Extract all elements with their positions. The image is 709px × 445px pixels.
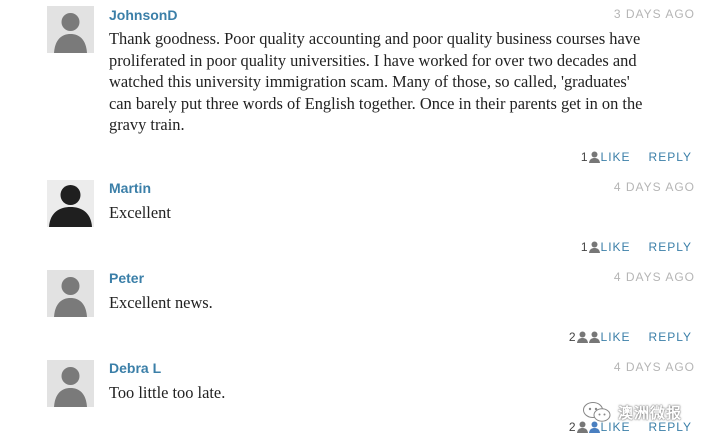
reply-button[interactable]: REPLY: [649, 150, 692, 164]
watermark: 澳洲微报: [582, 401, 682, 423]
like-count: 2: [568, 420, 576, 434]
comment-author[interactable]: JohnsonD: [109, 7, 177, 23]
person-silhouette-icon: [54, 13, 87, 53]
avatar[interactable]: [47, 6, 94, 53]
comment-author[interactable]: Martin: [109, 180, 151, 196]
comment-line: Excellent: [109, 203, 171, 222]
comment-timestamp[interactable]: 4 DAYS AGO: [614, 180, 695, 194]
comment-actions: 1 LIKE REPLY: [581, 239, 692, 255]
comment-actions: 1 LIKE REPLY: [581, 149, 692, 165]
watermark-text: 澳洲微报: [618, 404, 683, 422]
comment-body: Excellent: [109, 202, 699, 224]
comment: Martin 4 DAYS AGO Excellent 1 LIKE REPLY: [0, 170, 709, 260]
person-silhouette-icon: [49, 185, 92, 227]
comment-author[interactable]: Peter: [109, 270, 144, 286]
comment: Debra L 4 DAYS AGO Too little too late. …: [0, 350, 709, 445]
person-silhouette-icon: [54, 277, 87, 317]
person-icon: [588, 151, 600, 163]
comment-timestamp[interactable]: 4 DAYS AGO: [614, 360, 695, 374]
avatar[interactable]: [47, 180, 94, 227]
person-icon: [588, 241, 600, 253]
like-count: 2: [568, 330, 576, 344]
like-button[interactable]: LIKE: [601, 240, 631, 254]
comment-body: Excellent news.: [109, 292, 699, 314]
comment-actions: 2 LIKE REPLY: [569, 329, 692, 345]
person-icon: [588, 331, 600, 343]
reply-button[interactable]: REPLY: [649, 240, 692, 254]
comment-line: Thank goodness. Poor quality accounting …: [109, 29, 641, 48]
comment: Peter 4 DAYS AGO Excellent news. 2 LIKE …: [0, 260, 709, 350]
avatar[interactable]: [47, 270, 94, 317]
like-button[interactable]: LIKE: [601, 330, 631, 344]
like-button[interactable]: LIKE: [601, 150, 631, 164]
like-count: 1: [580, 150, 588, 164]
comment-line: Excellent news.: [109, 293, 213, 312]
comment-line: watched this university immigration scam…: [109, 72, 630, 92]
comment-line: proliferated in poor quality universitie…: [109, 50, 637, 70]
comment-line: can barely put three words of English to…: [109, 93, 643, 113]
comment-timestamp[interactable]: 3 DAYS AGO: [614, 7, 695, 21]
avatar[interactable]: [47, 360, 94, 407]
comment-author[interactable]: Debra L: [109, 360, 161, 376]
comment: JohnsonD 3 DAYS AGO Thank goodness. Poor…: [0, 0, 709, 170]
comment-body: Thank goodness. Poor quality accounting …: [109, 28, 699, 136]
comment-timestamp[interactable]: 4 DAYS AGO: [614, 270, 695, 284]
reply-button[interactable]: REPLY: [649, 330, 692, 344]
person-silhouette-icon: [54, 367, 87, 407]
comment-line: gravy train.: [109, 115, 185, 135]
like-count: 1: [580, 240, 588, 254]
person-icon: [576, 331, 588, 343]
wechat-logo-icon: [583, 402, 611, 422]
